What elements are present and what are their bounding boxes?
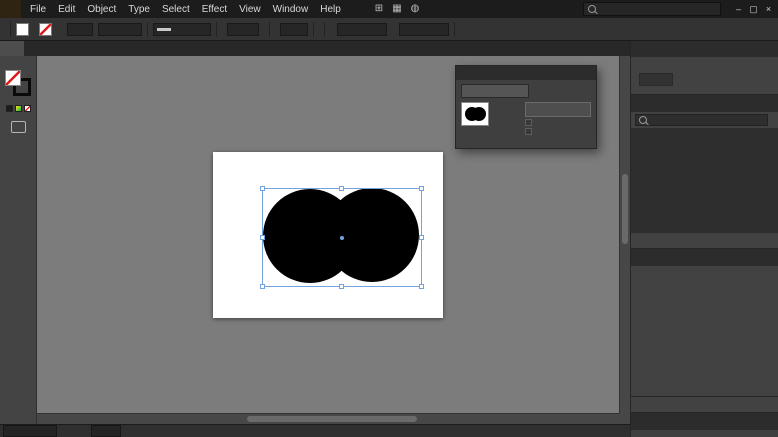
- shape-width-field[interactable]: [337, 23, 387, 36]
- stroke-weight-select[interactable]: [67, 23, 93, 36]
- style-select[interactable]: [280, 23, 308, 36]
- basic-rgb-panel: [631, 266, 778, 397]
- selection-handle[interactable]: [260, 235, 265, 240]
- brush-stroke-preview: [157, 28, 171, 31]
- artboard-navigation: [85, 425, 127, 437]
- scrollbar-corner: [620, 414, 630, 424]
- adobe-stock-search-input[interactable]: [583, 2, 721, 16]
- menu-select[interactable]: Select: [156, 2, 196, 17]
- blend-mode-select[interactable]: [461, 84, 529, 98]
- scrollbar-thumb[interactable]: [622, 174, 628, 244]
- width-profile-select[interactable]: [98, 23, 142, 36]
- zoom-level-select[interactable]: [3, 425, 57, 437]
- menu-type[interactable]: Type: [122, 2, 156, 17]
- transparency-panel-header[interactable]: [456, 66, 596, 80]
- selection-handle[interactable]: [260, 186, 265, 191]
- panel-dock: [630, 40, 778, 437]
- opacity-select[interactable]: [227, 23, 259, 36]
- selection-handle[interactable]: [260, 284, 265, 289]
- align-to-button[interactable]: [751, 72, 770, 87]
- window-controls: –▢×: [731, 5, 776, 14]
- selection-bounding-box[interactable]: [262, 188, 422, 287]
- selection-handle[interactable]: [339, 284, 344, 289]
- dock-filler: [631, 430, 778, 437]
- brush-definition-select[interactable]: [153, 23, 211, 36]
- app-bar-icons: ⊞ ▦ ◍: [375, 4, 420, 14]
- menu-edit[interactable]: Edit: [52, 2, 81, 17]
- tools-panel: [0, 56, 37, 424]
- close-button[interactable]: ×: [761, 5, 776, 14]
- swatch-list: [631, 129, 778, 233]
- screen-mode-button[interactable]: [11, 121, 26, 133]
- fill-swatch-none[interactable]: [5, 70, 21, 86]
- swatches-panel-footer: [631, 233, 778, 249]
- thumbnail-artwork: [463, 104, 487, 124]
- shape-height-field[interactable]: [399, 23, 449, 36]
- horizontal-scrollbar[interactable]: [37, 413, 620, 424]
- minimize-button[interactable]: –: [731, 5, 746, 14]
- document-grid-icon[interactable]: ▦: [392, 4, 401, 14]
- maximize-button[interactable]: ▢: [746, 5, 761, 14]
- canvas[interactable]: [37, 56, 630, 424]
- fill-stroke-control[interactable]: [5, 70, 31, 96]
- paint-modes: [6, 105, 31, 112]
- document-tab[interactable]: [0, 40, 24, 56]
- menu-view[interactable]: View: [233, 2, 267, 17]
- selection-handle[interactable]: [339, 186, 344, 191]
- divider: [147, 22, 148, 37]
- menu-help[interactable]: Help: [314, 2, 347, 17]
- color-panel-footer: [631, 397, 778, 413]
- menu-items: FileEditObjectTypeSelectEffectViewWindow…: [24, 2, 347, 17]
- divider: [454, 22, 455, 37]
- arrange-documents-icon[interactable]: ⊞: [375, 4, 383, 14]
- menu-file[interactable]: File: [24, 2, 52, 17]
- menu-object[interactable]: Object: [81, 2, 122, 17]
- clip-checkbox[interactable]: [525, 119, 591, 126]
- share-icon[interactable]: ◍: [411, 4, 420, 14]
- selection-handle[interactable]: [419, 235, 424, 240]
- control-bar: [0, 18, 778, 41]
- menu-bar: FileEditObjectTypeSelectEffectViewWindow…: [0, 0, 778, 18]
- none-mode-button[interactable]: [24, 105, 31, 112]
- divider: [313, 22, 314, 37]
- app-logo[interactable]: [0, 0, 21, 18]
- checkbox-icon: [525, 128, 532, 135]
- checkbox-icon: [525, 119, 532, 126]
- color-mode-button[interactable]: [6, 105, 13, 112]
- search-icon: [588, 5, 596, 13]
- object-thumbnail[interactable]: [461, 102, 489, 126]
- menu-window[interactable]: Window: [267, 2, 315, 17]
- swatch-search-input[interactable]: [635, 114, 768, 126]
- status-bar: [0, 424, 630, 437]
- layers-panel-tabs: [631, 413, 778, 430]
- divider: [324, 22, 325, 37]
- artboard-number-select[interactable]: [91, 425, 121, 437]
- stroke-color-control[interactable]: [39, 23, 52, 36]
- scrollbar-thumb[interactable]: [247, 416, 417, 422]
- align-panel-tabs: [631, 40, 778, 57]
- document-tab-bar: [0, 40, 630, 56]
- search-icon: [639, 116, 647, 124]
- selection-handle[interactable]: [419, 284, 424, 289]
- color-panel-tabs: [631, 249, 778, 266]
- divider: [269, 22, 270, 37]
- menu-effect[interactable]: Effect: [196, 2, 233, 17]
- gradient-mode-button[interactable]: [15, 105, 22, 112]
- document-area: [0, 40, 630, 437]
- divider: [216, 22, 217, 37]
- fill-color-control[interactable]: [16, 23, 29, 36]
- vertical-scrollbar[interactable]: [619, 56, 630, 414]
- swatches-panel-tabs: [631, 95, 778, 112]
- swatches-search-row: [631, 112, 778, 129]
- selection-handle[interactable]: [419, 186, 424, 191]
- transparency-panel: [455, 65, 597, 149]
- make-mask-button[interactable]: [525, 102, 591, 117]
- divider: [10, 22, 11, 37]
- illustrator-window: FileEditObjectTypeSelectEffectViewWindow…: [0, 0, 778, 437]
- selection-center-point: [340, 236, 344, 240]
- invert-mask-checkbox[interactable]: [525, 128, 591, 135]
- spacing-value-select[interactable]: [639, 73, 673, 86]
- align-panel: [631, 57, 778, 95]
